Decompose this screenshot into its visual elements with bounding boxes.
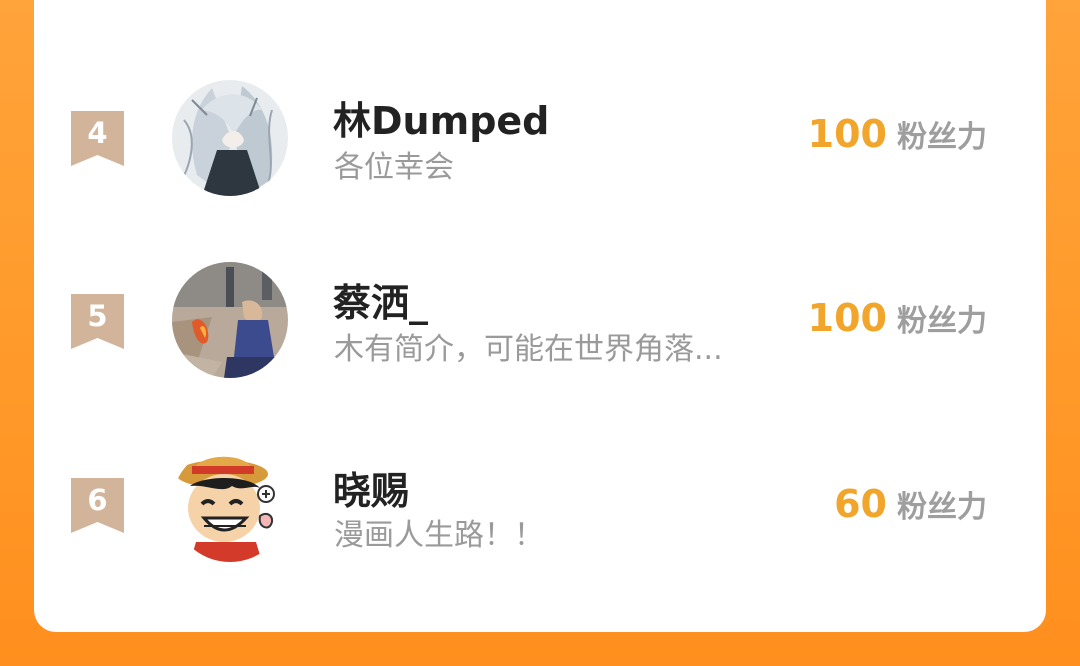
list-item-rank-6[interactable]: 6 晓赐 漫画人生路！！ 60 粉丝力: [0, 446, 1080, 566]
avatar-anime-white-hair-icon[interactable]: [172, 80, 288, 196]
avatar-straw-hat-cartoon-icon[interactable]: [172, 446, 288, 562]
user-name[interactable]: 林Dumped: [333, 90, 549, 145]
score-value: 100: [807, 112, 887, 156]
score-value: 60: [834, 482, 887, 526]
rank-ribbon-icon: 5: [71, 294, 124, 349]
rank-number: 4: [87, 116, 108, 150]
user-bio: 各位幸会: [334, 150, 454, 185]
rank-ribbon-icon: 6: [71, 478, 124, 533]
rank-ribbon-icon: 4: [71, 111, 124, 166]
rank-number: 5: [87, 299, 108, 333]
user-name[interactable]: 晓赐: [333, 460, 409, 515]
fan-power-score: 100 粉丝力: [808, 112, 987, 156]
list-item-rank-5[interactable]: 5 蔡洒_ 木有简介，可能在世界角落... 100 粉丝力: [0, 262, 1080, 382]
avatar-campfire-photo-icon[interactable]: [172, 262, 288, 378]
score-unit: 粉丝力: [897, 490, 987, 525]
score-unit: 粉丝力: [897, 304, 987, 339]
fan-power-score: 60 粉丝力: [834, 482, 987, 526]
fan-power-score: 100 粉丝力: [808, 296, 987, 340]
user-name[interactable]: 蔡洒_: [333, 272, 428, 327]
score-value: 100: [807, 296, 887, 340]
rank-number: 6: [87, 483, 108, 517]
user-bio: 木有简介，可能在世界角落...: [334, 332, 723, 367]
list-item-rank-4[interactable]: 4 林Dumped 各位幸会 100 粉丝力: [0, 80, 1080, 200]
score-unit: 粉丝力: [897, 120, 987, 155]
user-bio: 漫画人生路！！: [334, 518, 544, 553]
